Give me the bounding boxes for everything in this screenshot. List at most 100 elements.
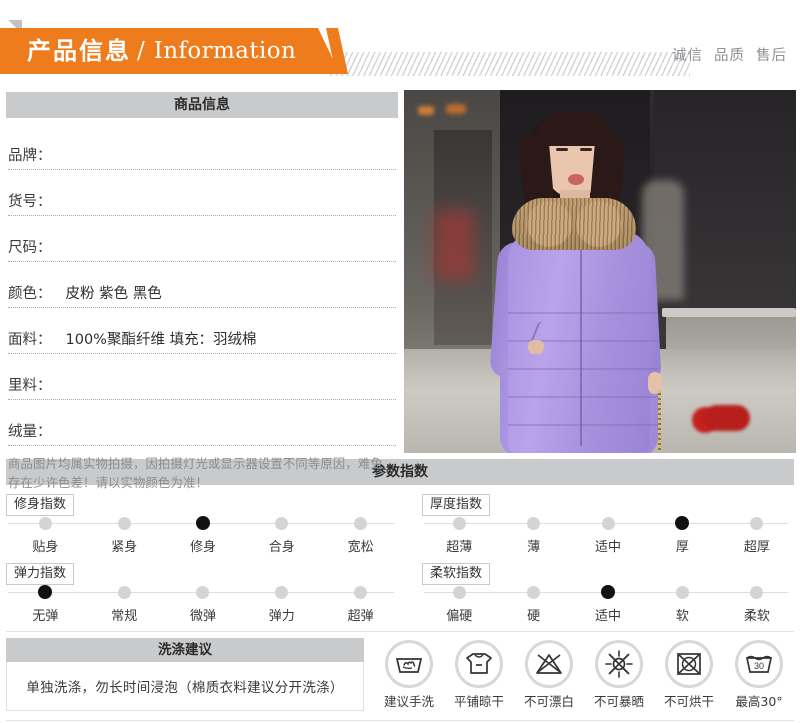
care-symbol-no-bleach: 不可漂白 (515, 640, 583, 710)
care-label: 建议手洗 (383, 694, 434, 709)
index-dot[interactable] (196, 586, 210, 599)
wash-section: 洗涤建议 单独洗涤，勿长时间浸泡（棉质衣料建议分开洗涤） 建议手洗 平铺晾干 不… (0, 638, 800, 711)
index-dot[interactable] (38, 517, 52, 530)
index-track-thickness[interactable]: 超薄 薄 适中 厚 超厚 (422, 514, 794, 556)
index-option[interactable]: 贴身 (6, 514, 85, 555)
care-symbol-hand-wash: 建议手洗 (375, 640, 443, 710)
index-label-softness: 柔软指数 (422, 563, 491, 585)
index-dot[interactable] (354, 586, 368, 599)
index-option[interactable]: 宽松 (321, 514, 400, 555)
care-label: 最高30° (735, 694, 783, 709)
row-label-lining: 里料： (8, 378, 52, 394)
no-tumble-dry-icon (677, 653, 701, 675)
index-dot[interactable] (527, 517, 541, 530)
parameters-section: 修身指数 贴身 紧身 修身 合身 宽松 弹力指数 无弹 常规 微弹 弹力 超弹 … (0, 487, 800, 625)
photo-red-object (704, 405, 750, 431)
index-dot-active[interactable] (675, 516, 690, 530)
index-option[interactable]: 偏硬 (422, 583, 496, 624)
index-dot-active[interactable] (38, 585, 53, 599)
index-dot[interactable] (675, 586, 689, 599)
product-info-table: 商品信息 品牌： 货号： 尺码： 颜色： 皮粉 紫色 黑色 面料： 100%聚酯… (0, 88, 404, 490)
index-option-label: 修身 (189, 540, 216, 555)
index-option[interactable]: 柔软 (720, 583, 794, 624)
index-option[interactable]: 修身 (164, 514, 243, 555)
row-value-color: 皮粉 紫色 黑色 (65, 286, 162, 302)
index-option-label: 无弹 (32, 609, 59, 624)
product-photo (404, 90, 796, 453)
index-dot[interactable] (601, 517, 615, 530)
header-banner: 产品信息 / Information (0, 28, 340, 74)
care-symbol-no-sun-dry: 不可暴晒 (585, 640, 653, 710)
index-track-softness[interactable]: 偏硬 硬 适中 软 柔软 (422, 583, 794, 625)
index-option-label: 超厚 (743, 540, 770, 555)
index-option-label: 贴身 (32, 540, 59, 555)
header-tag-quality: 品质 (714, 48, 745, 64)
index-option-label: 弹力 (268, 609, 295, 624)
care-label: 不可暴晒 (593, 694, 644, 709)
row-label-fabric: 面料： (8, 332, 52, 348)
index-dot[interactable] (750, 586, 764, 599)
index-option[interactable]: 弹力 (242, 583, 321, 624)
row-label-downfill: 绒量： (8, 424, 52, 440)
index-track-elasticity[interactable]: 无弹 常规 微弹 弹力 超弹 (6, 583, 400, 625)
max-temp-icon: 30 (745, 655, 773, 673)
index-option[interactable]: 适中 (571, 514, 645, 555)
index-dot[interactable] (452, 517, 466, 530)
table-row: 尺码： (8, 216, 396, 262)
index-option[interactable]: 超弹 (321, 583, 400, 624)
index-option[interactable]: 超薄 (422, 514, 496, 555)
table-row: 货号： (8, 170, 396, 216)
index-dot[interactable] (750, 517, 764, 530)
index-option[interactable]: 紧身 (85, 514, 164, 555)
index-label-slim-fit: 修身指数 (6, 494, 75, 516)
index-dot[interactable] (275, 586, 289, 599)
index-option[interactable]: 适中 (571, 583, 645, 624)
parameters-column-right: 厚度指数 超薄 薄 适中 厚 超厚 柔软指数 偏硬 硬 适中 软 柔软 (400, 487, 794, 625)
index-dot[interactable] (354, 517, 368, 530)
index-option-label: 合身 (268, 540, 295, 555)
page-header: 产品信息 / Information 诚信 品质 售后 (0, 0, 800, 88)
wash-advice-text: 单独洗涤，勿长时间浸泡（棉质衣料建议分开洗涤） (6, 662, 364, 711)
index-option-label: 硬 (527, 609, 541, 624)
index-option[interactable]: 软 (645, 583, 719, 624)
diagonal-stripe-decoration (330, 52, 690, 76)
row-label-brand: 品牌： (8, 148, 52, 164)
care-circle (595, 640, 643, 688)
index-track-slim-fit[interactable]: 贴身 紧身 修身 合身 宽松 (6, 514, 400, 556)
index-label-elasticity: 弹力指数 (6, 563, 75, 585)
index-dot[interactable] (117, 517, 131, 530)
index-option[interactable]: 常规 (85, 583, 164, 624)
index-option[interactable]: 超厚 (720, 514, 794, 555)
max-temp-value: 30 (754, 661, 764, 671)
table-row: 里料： (8, 354, 396, 400)
index-dot[interactable] (117, 586, 131, 599)
index-dot[interactable] (452, 586, 466, 599)
index-dot-active[interactable] (601, 585, 616, 599)
index-dot[interactable] (527, 586, 541, 599)
index-option[interactable]: 硬 (496, 583, 570, 624)
photo-model-hand (528, 340, 544, 354)
photo-coat-quilting (508, 286, 658, 436)
index-option[interactable]: 微弹 (164, 583, 243, 624)
title-separator: / (137, 38, 145, 64)
photo-model-eye-right (580, 148, 592, 151)
index-option[interactable]: 厚 (645, 514, 719, 555)
index-option-label: 软 (675, 609, 689, 624)
no-bleach-icon (536, 654, 562, 674)
index-dot[interactable] (275, 517, 289, 530)
wash-advice-block: 洗涤建议 单独洗涤，勿长时间浸泡（棉质衣料建议分开洗涤） (6, 638, 364, 711)
page-title: 产品信息 (27, 37, 131, 65)
index-dot-active[interactable] (195, 516, 210, 530)
index-option[interactable]: 合身 (242, 514, 321, 555)
index-block-thickness: 厚度指数 超薄 薄 适中 厚 超厚 (422, 493, 794, 556)
index-option[interactable]: 薄 (496, 514, 570, 555)
product-info-page: 产品信息 / Information 诚信 品质 售后 商品信息 品牌： 货号： (0, 0, 800, 723)
index-option-label: 超薄 (446, 540, 473, 555)
index-option-label: 紧身 (111, 540, 138, 555)
table-row: 颜色： 皮粉 紫色 黑色 (8, 262, 396, 308)
index-option-label: 适中 (595, 609, 622, 624)
photo-red-blur (434, 210, 474, 280)
index-option-label: 超弹 (347, 609, 374, 624)
index-block-softness: 柔软指数 偏硬 硬 适中 软 柔软 (422, 562, 794, 625)
index-option[interactable]: 无弹 (6, 583, 85, 624)
